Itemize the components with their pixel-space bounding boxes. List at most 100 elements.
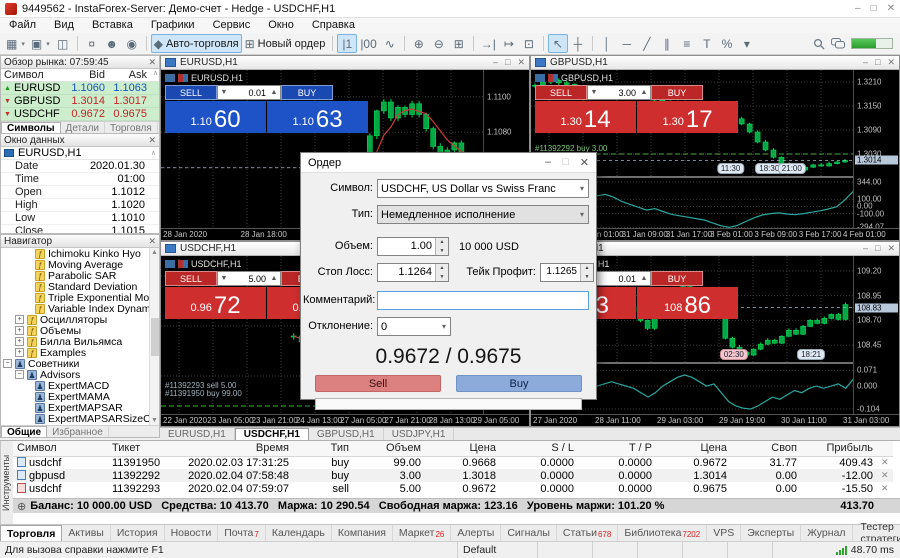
menu-item-3[interactable]: Графики: [142, 18, 204, 33]
tree-expander-icon[interactable]: −: [15, 370, 24, 379]
take-profit-stepper[interactable]: 1.1265 ▲▼: [540, 263, 594, 282]
deviation-select[interactable]: 0▾: [377, 317, 451, 336]
auto-scroll-icon[interactable]: ↦: [499, 34, 519, 53]
trade-col-2[interactable]: Время: [183, 441, 293, 456]
toolbox-tab-vps[interactable]: VPS: [707, 525, 741, 541]
menu-item-0[interactable]: Файл: [0, 18, 45, 33]
buy-button[interactable]: Buy: [456, 375, 582, 392]
panel-mode-icon[interactable]: [178, 260, 188, 268]
nav-indicator-1[interactable]: ƒMoving Average: [1, 259, 159, 270]
trade-col-8[interactable]: Цена: [656, 441, 731, 456]
open-account-icon[interactable]: ☻: [102, 34, 122, 53]
chart-tab-3[interactable]: USDJPY,H1: [384, 428, 455, 440]
toolbox-tab-активы[interactable]: Активы: [62, 525, 111, 541]
trade-col-1[interactable]: Тикет: [108, 441, 183, 456]
one-click-volume-stepper[interactable]: ▼0.01▲: [217, 85, 281, 100]
one-click-buy-button[interactable]: BUY: [651, 271, 703, 286]
one-click-sell-button[interactable]: SELL: [535, 85, 587, 100]
price-axis[interactable]: 1.32101.31501.30901.30301.3014344.00100.…: [853, 70, 899, 228]
new-order-button[interactable]: ⊞Новый ордер: [242, 34, 329, 53]
order-type-select[interactable]: Немедленное исполнение▾: [377, 205, 589, 224]
volume-up-icon[interactable]: ▲: [638, 275, 650, 282]
chart-minimize-icon[interactable]: –: [863, 243, 868, 254]
volume-down-icon[interactable]: ▼: [218, 275, 230, 282]
nav-expert-1[interactable]: ♟ExpertMAMA: [1, 391, 159, 402]
toolbox-tab-торговля[interactable]: Торговля: [0, 525, 62, 541]
toolbox-tab-маркет[interactable]: Маркет26: [393, 525, 451, 541]
nav-indicator-2[interactable]: ƒParabolic SAR: [1, 270, 159, 281]
tree-expander-icon[interactable]: −: [3, 359, 12, 368]
nav-group-3[interactable]: +ƒExamples: [1, 347, 159, 358]
close-position-icon[interactable]: ✕: [877, 456, 893, 469]
navigator-tab-1[interactable]: Избранное: [47, 426, 109, 438]
toolbox-tab-компания[interactable]: Компания: [332, 525, 393, 541]
trendline-icon[interactable]: ╱: [637, 34, 657, 53]
close-position-icon[interactable]: ✕: [877, 482, 893, 495]
one-click-sell-button[interactable]: SELL: [165, 271, 217, 286]
stop-loss-stepper[interactable]: 1.1264 ▲▼: [377, 263, 449, 282]
trade-col-9[interactable]: Своп: [731, 441, 801, 456]
volume-up-icon[interactable]: ▲: [268, 275, 280, 282]
chart-maximize-icon[interactable]: □: [875, 57, 880, 68]
data-window-close-icon[interactable]: ✕: [148, 135, 156, 146]
tile-windows-icon[interactable]: ⊞: [449, 34, 469, 53]
one-click-sell-button[interactable]: SELL: [165, 85, 217, 100]
one-click-buy-button[interactable]: BUY: [651, 85, 703, 100]
price-axis[interactable]: 109.20108.95108.70108.45108.830.0710.000…: [853, 256, 899, 414]
candlestick-chart-icon[interactable]: |1: [337, 34, 357, 53]
strategy-tester-label[interactable]: Тестер стратегий: [853, 525, 900, 541]
chart-maximize-icon[interactable]: □: [875, 243, 880, 254]
toolbox-tab-почта[interactable]: Почта7: [218, 525, 266, 541]
crosshair-icon[interactable]: ┼: [568, 34, 588, 53]
horizontal-line-icon[interactable]: ─: [617, 34, 637, 53]
chart-minimize-icon[interactable]: –: [493, 57, 498, 68]
chart-close-icon[interactable]: ✕: [887, 243, 895, 254]
window-maximize-icon[interactable]: □: [871, 3, 877, 14]
deposit-icon[interactable]: ¤: [82, 34, 102, 53]
one-click-buy-button[interactable]: BUY: [281, 85, 333, 100]
navigator-close-icon[interactable]: ✕: [148, 236, 156, 247]
zoom-out-icon[interactable]: ⊖: [429, 34, 449, 53]
panel-mode-icon[interactable]: [548, 74, 558, 82]
market-watch-row[interactable]: ▲EURUSD1.10601.1063: [1, 82, 159, 95]
buy-price-display[interactable]: 1.3017: [637, 101, 738, 133]
volume-up-icon[interactable]: ▲: [268, 89, 280, 96]
equidistant-channel-icon[interactable]: ∥: [657, 34, 677, 53]
trade-col-4[interactable]: Объем: [353, 441, 425, 456]
sell-price-display[interactable]: 1.1060: [165, 101, 266, 133]
trade-col-7[interactable]: T / P: [578, 441, 656, 456]
zoom-in-icon[interactable]: ⊕: [409, 34, 429, 53]
volume-stepper[interactable]: 1.00 ▲▼: [377, 237, 449, 256]
chart-tab-1[interactable]: USDCHF,H1: [235, 428, 309, 440]
fibonacci-icon[interactable]: ≡: [677, 34, 697, 53]
toolbox-tab-библиотека[interactable]: Библиотека7202: [618, 525, 707, 541]
nav-expert-0[interactable]: ♟ExpertMACD: [1, 380, 159, 391]
connection-latency[interactable]: 48.70 ms: [830, 542, 900, 558]
nav-group-1[interactable]: +ƒОбъемы: [1, 325, 159, 336]
chart-window-titlebar[interactable]: EURUSD,H1–□✕: [161, 56, 529, 70]
one-click-volume-stepper[interactable]: ▼5.00▲: [217, 271, 281, 286]
toolbox-tab-алерты[interactable]: Алерты: [451, 525, 501, 541]
arrows-icon[interactable]: %: [717, 34, 737, 53]
symbol-select[interactable]: USDCHF, US Dollar vs Swiss Franc▾: [377, 179, 589, 198]
time-axis[interactable]: 27 Jan 202028 Jan 11:0029 Jan 03:0029 Ja…: [531, 414, 899, 426]
toolbox-tab-новости[interactable]: Новости: [165, 525, 219, 541]
toolbox-tab-история[interactable]: История: [111, 525, 165, 541]
search-icon[interactable]: [813, 38, 825, 50]
chart-tab-0[interactable]: EURUSD,H1: [160, 428, 235, 440]
menu-item-5[interactable]: Окно: [259, 18, 303, 33]
panel-mode-icon[interactable]: [178, 74, 188, 82]
text-label-icon[interactable]: T: [697, 34, 717, 53]
dialog-minimize-icon[interactable]: –: [545, 156, 551, 169]
tree-expander-icon[interactable]: +: [15, 326, 24, 335]
panel-collapse-icon[interactable]: [165, 74, 175, 82]
chart-window-titlebar[interactable]: GBPUSD,H1–□✕: [531, 56, 899, 70]
menu-item-4[interactable]: Сервис: [204, 18, 260, 33]
tree-expander-icon[interactable]: +: [15, 348, 24, 357]
new-chart-icon[interactable]: ▦▾: [3, 34, 28, 53]
toolbox-tab-статьи[interactable]: Статьи678: [557, 525, 618, 541]
buy-price-display[interactable]: 1.1063: [267, 101, 368, 133]
market-watch-close-icon[interactable]: ✕: [148, 57, 156, 68]
sell-button[interactable]: Sell: [315, 375, 441, 392]
nav-expert-3[interactable]: ♟ExpertMAPSARSizeOptim: [1, 413, 159, 424]
